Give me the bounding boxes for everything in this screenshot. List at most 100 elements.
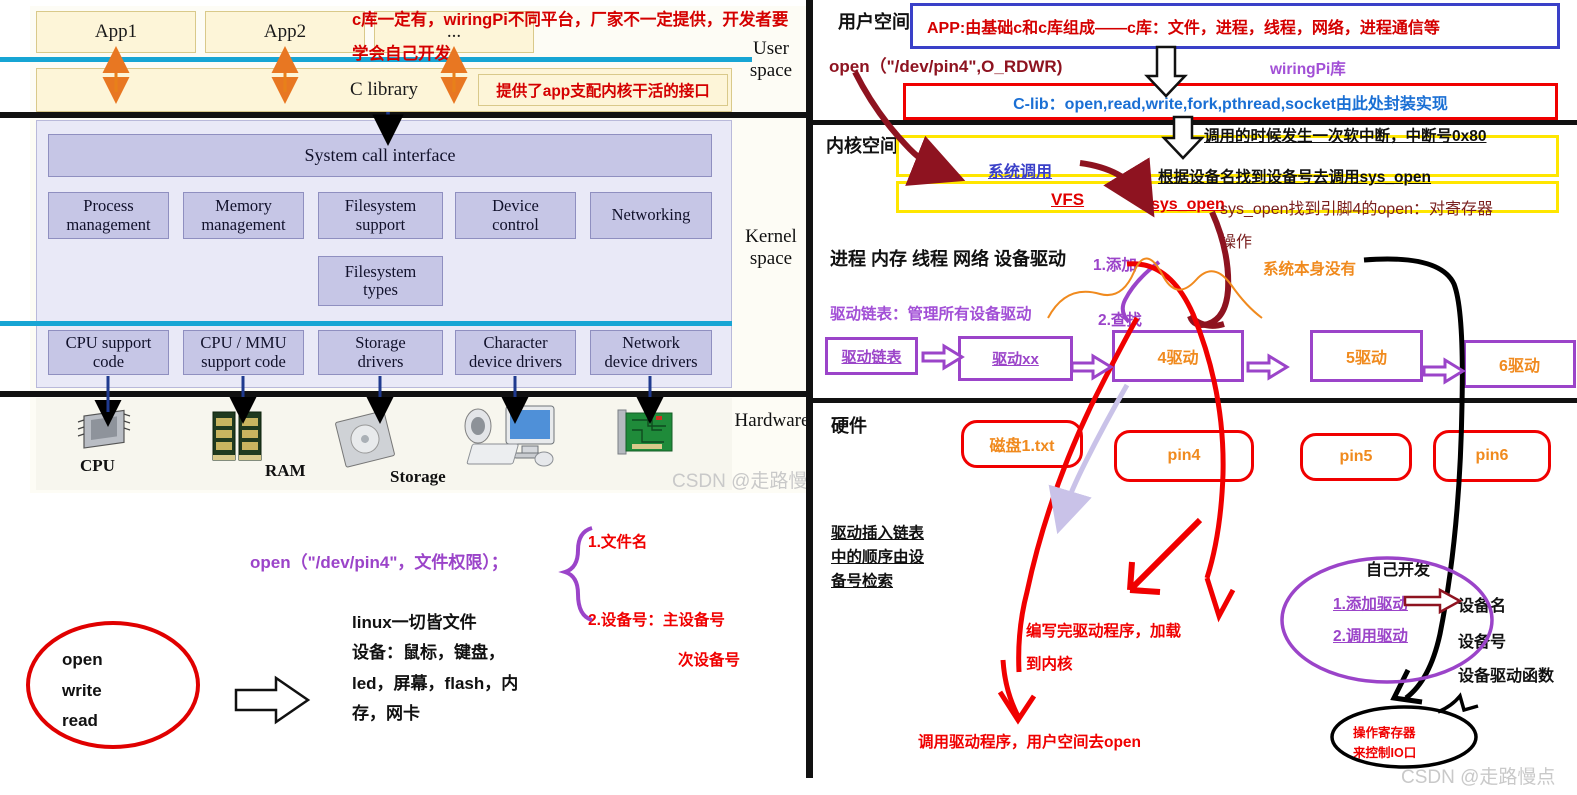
kernel-box-label: Networking [611,205,691,225]
right-kernel-space-label: 内核空间 [826,136,898,156]
right-user-space-label: 用户空间 [838,12,910,32]
owr-open: open [62,650,103,669]
annotation-clib-platform-line2: 学会自己开发 [352,45,451,63]
hw-storage-text: Storage [390,467,446,486]
devname-lookup-note: 根据设备名找到设备号去调用sys_open [1158,169,1432,186]
hw-pin5-box: pin5 [1300,433,1412,481]
file-note-line: 设备：鼠标，键盘， [352,643,505,663]
kernel-box-cpu-mmu-support-code: CPU / MMU support code [183,330,304,375]
driver-chain-6-label: 6驱动 [1499,358,1540,375]
right-kernel-hardware-boundary [813,398,1577,403]
open-call-expression: open（"/dev/pin4"，文件权限）； [250,553,508,572]
sysopen-register-note-line2: 操作 [1220,234,1253,251]
step-add-label: 1.添加 [1093,257,1137,274]
app2-label: App2 [263,21,307,42]
app1-box: App1 [36,11,196,53]
kernel-box-label: Filesystem types [344,261,417,299]
file-note-line: linux一切皆文件 [352,613,477,632]
open-invocation-text: open（"/dev/pin4",O_RDWR) [829,57,1063,76]
file-note-line: led，屏幕，flash，内 [352,673,519,693]
kernel-modules-label: 进程 内存 线程 网络 设备驱动 [830,249,1067,269]
hw-pin6-box: pin6 [1433,430,1551,482]
kernel-box-label: Filesystem support [344,196,417,234]
brace-note-minor-devnum: 次设备号 [678,652,741,669]
kernel-box-label: Character device drivers [469,333,562,371]
sysopen-register-note-line1: sys_open找到引脚4的open：对寄存器 [1220,201,1493,218]
kernel-box-character-device-drivers: Character device drivers [455,330,576,375]
file-notes-block: linux一切皆文件 设备：鼠标，键盘， led，屏幕，flash，内 存，网卡 [352,608,518,729]
sys-open-label: sys_open [1151,196,1225,213]
annotation-clib-platform-line1: c库一定有，wiringPi不同平台，厂家不一定提供，开发者要 [352,11,789,29]
watermark-figure: CSDN @走路慢点 [672,471,827,492]
self-dev-title: 自己开发 [1366,562,1431,579]
driver-chain-head-box: 驱动链表 [825,337,918,375]
register-note-line1: 操作寄存器 [1353,726,1416,740]
driver-insert-note-line: 驱动插入链表 [831,525,925,542]
kernel-box-label: Network device drivers [604,333,698,371]
kernel-box-label: Device control [492,196,539,234]
hw-pin6-label: pin6 [1475,447,1509,464]
wiringpi-lib-label: wiringPi库 [1270,61,1346,78]
self-dev-step-1: 1.添加驱动 [1333,596,1408,613]
side-label-user-space: User space [749,38,793,81]
driver-chain-4-box: 4驱动 [1112,330,1244,382]
write-driver-note-line2: 到内核 [1026,656,1073,673]
kernel-box-storage-drivers: Storage drivers [318,330,443,375]
c-library-label: C library [349,79,419,100]
owr-read: read [62,711,98,731]
hardware-label-cpu: CPU [80,456,115,476]
register-note-line2: 来控制IO口 [1353,746,1417,760]
right-hardware-label: 硬件 [831,416,867,436]
app-description-box: APP:由基础c和c库组成——c库：文件，进程，线程，网络，进程通信等 [910,3,1560,49]
hw-pin4-label: pin4 [1167,447,1201,464]
kernel-box-memory-management: Memory management [183,192,304,239]
side-label-kernel-space: Kernel space [745,226,797,269]
kernel-driver-divider [0,321,732,326]
brace-note-devnum: 2.设备号：主设备号 [588,612,725,629]
kernel-box-process-management: Process management [48,192,169,239]
user-kernel-boundary [0,112,812,118]
hw-cpu-text: CPU [80,456,115,475]
device-driver-func-label: 设备驱动函数 [1458,668,1555,685]
brace-note-filename: 1.文件名 [588,534,648,551]
hardware-label-ram: RAM [265,461,306,481]
kernel-hardware-boundary [0,391,812,397]
c-lib-text: C-lib：open,read,write,fork,pthread,socke… [1013,95,1448,113]
driver-insert-note-line: 备号检索 [831,573,894,591]
driver-chain-xx-box: 驱动xx [958,336,1073,381]
diagram-canvas: App1 App2 ... C library System call inte… [0,0,1577,795]
softirq-note: 调用的时候发生一次软中断，中断号0x80 [1204,128,1487,145]
watermark-right: CSDN @走路慢点 [1401,767,1556,788]
kernel-box-label: Memory management [201,196,286,234]
hw-disk-label: 磁盘1.txt [989,438,1055,455]
app2-box: App2 [205,11,365,53]
register-note: 操作寄存器 来控制IO口 [1353,723,1416,763]
vfs-label: VFS [1051,190,1085,209]
owr-write: write [62,680,102,700]
c-lib-box: C-lib：open,read,write,fork,pthread,socke… [903,83,1558,120]
hw-pin5-label: pin5 [1339,448,1373,465]
annotation-clib-interface: 提供了app支配内核干活的接口 [478,74,728,106]
kernel-box-label: CPU / MMU support code [200,333,287,371]
right-panel: 用户空间 APP:由基础c和c库组成——c库：文件，进程，线程，网络，进程通信等… [813,0,1577,795]
driver-list-note: 驱动链表：管理所有设备驱动 [830,306,1032,323]
kernel-box-filesystem-support: Filesystem support [318,192,443,239]
self-dev-step-2: 2.调用驱动 [1333,628,1408,645]
app1-label: App1 [94,21,138,42]
driver-chain-6-box: 6驱动 [1463,340,1576,388]
write-driver-note-line1: 编写完驱动程序，加载 [1026,623,1182,640]
left-panel: App1 App2 ... C library System call inte… [0,0,826,795]
hw-pin4-box: pin4 [1114,430,1254,482]
hw-ram-text: RAM [265,461,306,480]
kernel-box-label: Process management [66,196,151,234]
owr-list: open write read [62,645,103,737]
kernel-box-device-control: Device control [455,192,576,239]
driver-insert-note-line: 中的顺序由设 [831,549,925,567]
driver-chain-5-label: 5驱动 [1346,350,1387,367]
kernel-box-label: Storage drivers [355,333,406,371]
device-number-label: 设备号 [1458,634,1507,651]
kernel-box-network-device-drivers: Network device drivers [590,330,712,375]
hardware-strip [36,398,732,490]
kernel-box-networking: Networking [590,192,712,239]
driver-chain-4-label: 4驱动 [1157,350,1199,367]
